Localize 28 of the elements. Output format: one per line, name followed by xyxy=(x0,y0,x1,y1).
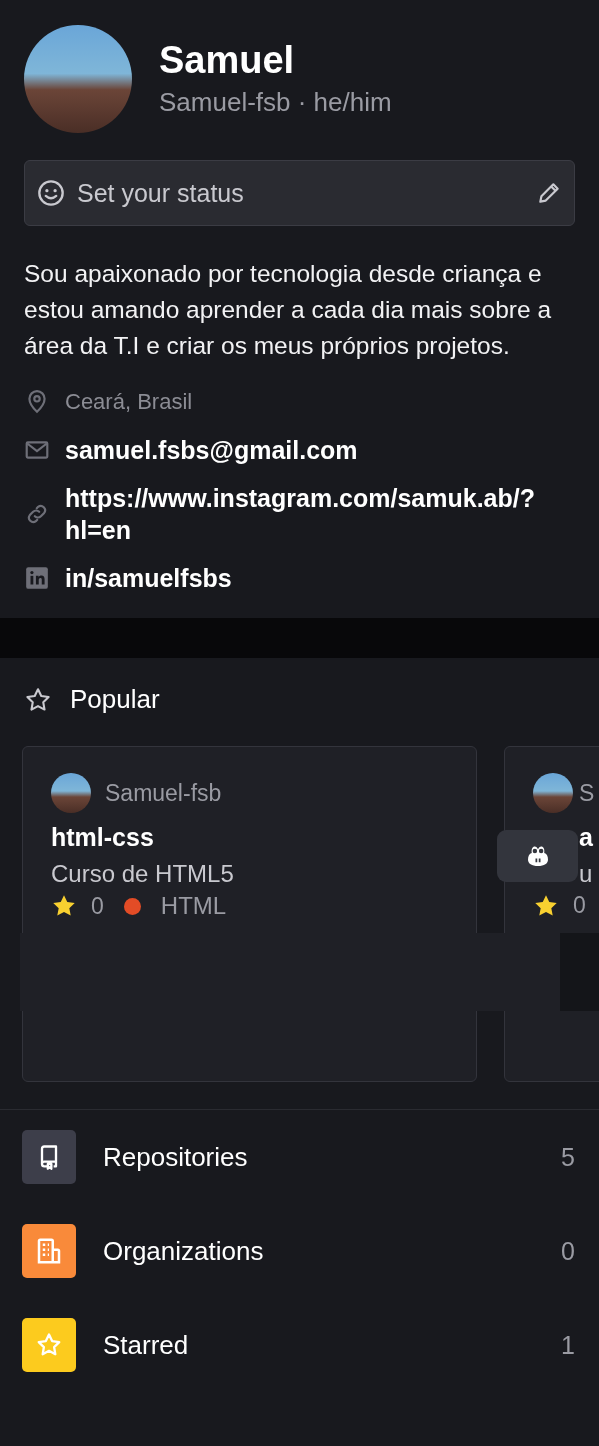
pencil-icon xyxy=(536,180,562,206)
repo-name: html-css xyxy=(51,823,155,852)
bio-text: Sou apaixonado por tecnologia desde criança e estou amando aprender a cada dia mais sobre a área da T.I e criar os meus próprios projetos. xyxy=(24,259,553,361)
owner-name: S xyxy=(579,779,595,807)
repo-name: a xyxy=(578,823,594,852)
star-count: 0 xyxy=(91,892,104,920)
profile-link[interactable]: samuel.fsbs@gmail.com xyxy=(65,434,358,466)
assistant-button[interactable] xyxy=(497,830,578,882)
set-status-button[interactable]: Set your status xyxy=(24,160,575,226)
owner-name: Samuel-fsb xyxy=(105,779,222,807)
star-outline-icon xyxy=(24,685,52,714)
menu-item[interactable]: Starred 1 xyxy=(22,1318,575,1372)
smiley-icon xyxy=(37,179,65,207)
profile-link[interactable]: in/samuelfsbs xyxy=(65,562,232,594)
profile-handle: Samuel-fsb · he/him xyxy=(159,86,392,118)
repo-description: u xyxy=(578,860,594,888)
menu-item[interactable]: Organizations 0 xyxy=(22,1224,575,1278)
linkedin-icon xyxy=(24,565,50,591)
menu-item[interactable]: Repositories 5 xyxy=(22,1130,575,1184)
avatar-placeholder xyxy=(533,773,573,813)
language-name: HTML xyxy=(160,892,227,920)
profile-link[interactable]: https://www.instagram.com/samuk.ab/?hl=en xyxy=(65,482,545,546)
repo-description: Curso de HTML5 xyxy=(51,860,235,888)
section-title: Popular xyxy=(70,684,160,715)
profile-name: Samuel xyxy=(159,37,296,83)
location-text: Ceará, Brasil xyxy=(65,388,193,416)
avatar-placeholder xyxy=(51,773,91,813)
star-count: 0 xyxy=(573,892,586,919)
